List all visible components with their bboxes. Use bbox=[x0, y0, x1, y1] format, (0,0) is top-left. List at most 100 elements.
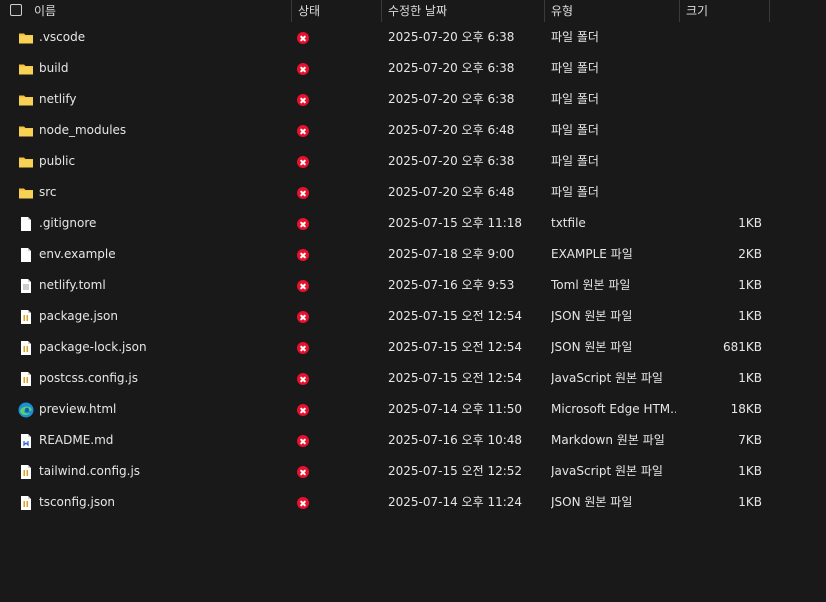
file-modified-date: 2025-07-20 오후 6:38 bbox=[388, 61, 515, 75]
file-modified-date: 2025-07-15 오전 12:52 bbox=[388, 464, 523, 478]
file-type: 파일 폴더 bbox=[551, 61, 599, 75]
file-list: .vscode 2025-07-20 오후 6:38 파일 폴더 build 2025-… bbox=[0, 22, 826, 518]
file-name: tsconfig.json bbox=[39, 495, 116, 509]
file-size: 1KB bbox=[738, 371, 762, 385]
folder-icon bbox=[18, 61, 34, 77]
folder-icon bbox=[18, 185, 34, 201]
file-type: 파일 폴더 bbox=[551, 30, 599, 44]
file-type: 파일 폴더 bbox=[551, 154, 599, 168]
file-type: 파일 폴더 bbox=[551, 92, 599, 106]
file-row[interactable]: netlify 2025-07-20 오후 6:38 파일 폴더 bbox=[0, 84, 826, 115]
file-name: src bbox=[39, 185, 57, 199]
file-name: node_modules bbox=[39, 123, 127, 137]
markdown-file-icon bbox=[18, 433, 34, 449]
column-header-name[interactable]: 이름 bbox=[28, 0, 290, 22]
code-file-icon bbox=[18, 309, 34, 325]
file-name: .vscode bbox=[39, 30, 86, 44]
text-file-icon bbox=[18, 278, 34, 294]
file-icon bbox=[18, 247, 34, 263]
file-size: 1KB bbox=[738, 216, 762, 230]
column-divider[interactable] bbox=[769, 0, 770, 22]
sync-error-icon bbox=[297, 94, 309, 106]
folder-icon bbox=[18, 30, 34, 46]
file-row[interactable]: .vscode 2025-07-20 오후 6:38 파일 폴더 bbox=[0, 22, 826, 53]
sync-error-icon bbox=[297, 497, 309, 509]
code-file-icon bbox=[18, 371, 34, 387]
file-modified-date: 2025-07-20 오후 6:38 bbox=[388, 92, 515, 106]
file-name: netlify.toml bbox=[39, 278, 106, 292]
sync-error-icon bbox=[297, 404, 309, 416]
file-type: txtfile bbox=[551, 216, 586, 230]
file-row[interactable]: package.json 2025-07-15 오전 12:54 JSON 원본 파… bbox=[0, 301, 826, 332]
file-row[interactable]: README.md 2025-07-16 오후 10:48 Markdown 원본 … bbox=[0, 425, 826, 456]
folder-icon bbox=[18, 123, 34, 139]
file-size: 7KB bbox=[738, 433, 762, 447]
file-row[interactable]: package-lock.json 2025-07-15 오전 12:54 JSON… bbox=[0, 332, 826, 363]
code-file-icon bbox=[18, 464, 34, 480]
file-row[interactable]: node_modules 2025-07-20 오후 6:48 파일 폴더 bbox=[0, 115, 826, 146]
file-size: 2KB bbox=[738, 247, 762, 261]
column-header-size[interactable]: 크기 bbox=[680, 0, 769, 22]
sync-error-icon bbox=[297, 342, 309, 354]
select-all-checkbox[interactable] bbox=[10, 4, 22, 16]
code-file-icon bbox=[18, 340, 34, 356]
column-header-type[interactable]: 유형 bbox=[545, 0, 679, 22]
sync-error-icon bbox=[297, 373, 309, 385]
file-name: preview.html bbox=[39, 402, 117, 416]
file-type: JSON 원본 파일 bbox=[551, 309, 633, 323]
file-name: .gitignore bbox=[39, 216, 97, 230]
sync-error-icon bbox=[297, 32, 309, 44]
file-row[interactable]: public 2025-07-20 오후 6:38 파일 폴더 bbox=[0, 146, 826, 177]
file-type: 파일 폴더 bbox=[551, 123, 599, 137]
file-modified-date: 2025-07-15 오후 11:18 bbox=[388, 216, 523, 230]
file-icon bbox=[18, 216, 34, 232]
file-name: netlify bbox=[39, 92, 77, 106]
file-modified-date: 2025-07-20 오후 6:38 bbox=[388, 154, 515, 168]
folder-icon bbox=[18, 154, 34, 170]
code-file-icon bbox=[18, 495, 34, 511]
sync-error-icon bbox=[297, 125, 309, 137]
sync-error-icon bbox=[297, 311, 309, 323]
file-row[interactable]: src 2025-07-20 오후 6:48 파일 폴더 bbox=[0, 177, 826, 208]
sync-error-icon bbox=[297, 187, 309, 199]
file-row[interactable]: build 2025-07-20 오후 6:38 파일 폴더 bbox=[0, 53, 826, 84]
file-name: build bbox=[39, 61, 69, 75]
file-row[interactable]: preview.html 2025-07-14 오후 11:50 Microsoft… bbox=[0, 394, 826, 425]
file-type: Markdown 원본 파일 bbox=[551, 433, 665, 447]
sync-error-icon bbox=[297, 218, 309, 230]
file-size: 18KB bbox=[730, 402, 762, 416]
file-name: package.json bbox=[39, 309, 119, 323]
file-row[interactable]: postcss.config.js 2025-07-15 오전 12:54 Java… bbox=[0, 363, 826, 394]
file-row[interactable]: netlify.toml 2025-07-16 오후 9:53 Toml 원본 파일… bbox=[0, 270, 826, 301]
file-type: EXAMPLE 파일 bbox=[551, 247, 633, 261]
file-name: env.example bbox=[39, 247, 116, 261]
file-type: Microsoft Edge HTM... bbox=[551, 402, 676, 416]
file-modified-date: 2025-07-15 오전 12:54 bbox=[388, 340, 523, 354]
file-type: Toml 원본 파일 bbox=[551, 278, 631, 292]
column-header-bar: ^ 이름 상태 수정한 날짜 유형 크기 bbox=[0, 0, 826, 22]
file-type: JavaScript 원본 파일 bbox=[551, 371, 663, 385]
file-modified-date: 2025-07-20 오후 6:48 bbox=[388, 185, 515, 199]
file-modified-date: 2025-07-14 오후 11:50 bbox=[388, 402, 523, 416]
file-modified-date: 2025-07-18 오후 9:00 bbox=[388, 247, 515, 261]
file-row[interactable]: tsconfig.json 2025-07-14 오후 11:24 JSON 원본 … bbox=[0, 487, 826, 518]
file-modified-date: 2025-07-20 오후 6:38 bbox=[388, 30, 515, 44]
column-header-status[interactable]: 상태 bbox=[292, 0, 381, 22]
file-row[interactable]: env.example 2025-07-18 오후 9:00 EXAMPLE 파일 2… bbox=[0, 239, 826, 270]
file-size: 1KB bbox=[738, 495, 762, 509]
file-row[interactable]: .gitignore 2025-07-15 오후 11:18 txtfile 1KB bbox=[0, 208, 826, 239]
sync-error-icon bbox=[297, 156, 309, 168]
file-name: README.md bbox=[39, 433, 114, 447]
file-name: package-lock.json bbox=[39, 340, 147, 354]
file-type: JavaScript 원본 파일 bbox=[551, 464, 663, 478]
file-type: 파일 폴더 bbox=[551, 185, 599, 199]
sync-error-icon bbox=[297, 280, 309, 292]
file-size: 1KB bbox=[738, 464, 762, 478]
column-header-modified[interactable]: 수정한 날짜 bbox=[382, 0, 544, 22]
file-modified-date: 2025-07-16 오후 10:48 bbox=[388, 433, 523, 447]
folder-icon bbox=[18, 92, 34, 108]
file-name: postcss.config.js bbox=[39, 371, 138, 385]
file-row[interactable]: tailwind.config.js 2025-07-15 오전 12:52 Jav… bbox=[0, 456, 826, 487]
file-modified-date: 2025-07-15 오전 12:54 bbox=[388, 371, 523, 385]
file-name: public bbox=[39, 154, 76, 168]
